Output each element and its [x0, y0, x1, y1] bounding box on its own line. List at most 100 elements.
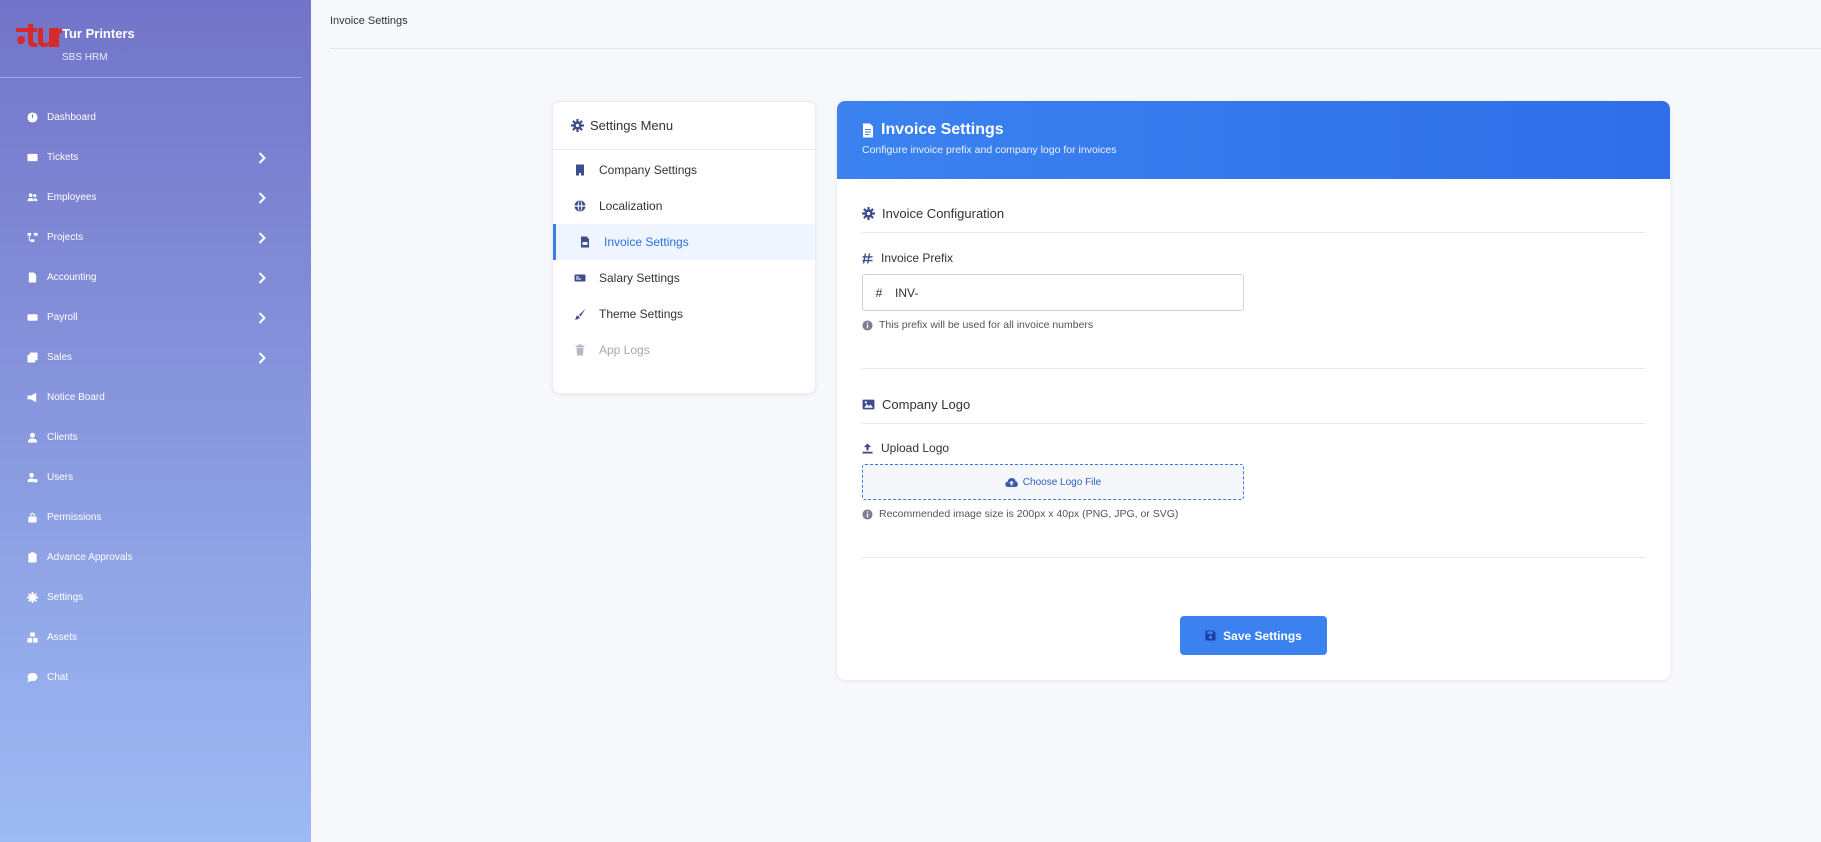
sidebar-item-dashboard[interactable]: Dashboard: [0, 97, 311, 137]
sidebar-item-label: Clients: [47, 431, 78, 443]
paint-brush-icon: [573, 308, 586, 321]
menu-item-company-settings[interactable]: Company Settings: [553, 152, 815, 188]
chevron-right-icon: [258, 351, 268, 364]
section-divider: [862, 557, 1645, 558]
sidebar-item-tickets[interactable]: Tickets: [0, 137, 311, 177]
topbar: Invoice Settings: [330, 0, 1821, 49]
sidebar-item-label: Permissions: [47, 511, 102, 523]
gear-icon: [26, 591, 38, 603]
settings-menu-header: Settings Menu: [553, 102, 815, 150]
tur-logo-icon: [16, 24, 62, 47]
invoice-prefix-label: Invoice Prefix: [862, 251, 953, 265]
copy-icon: [26, 351, 38, 363]
menu-item-label: Localization: [599, 199, 663, 213]
chat-icon: [26, 671, 38, 683]
brand-divider: [0, 77, 302, 78]
section-divider: [862, 423, 1645, 424]
brand[interactable]: Tur Printers SBS HRM: [14, 20, 304, 78]
user-cog-icon: [26, 471, 38, 483]
sidebar-item-chat[interactable]: Chat: [0, 657, 311, 697]
sidebar-item-assets[interactable]: Assets: [0, 617, 311, 657]
sidebar-item-label: Payroll: [47, 311, 78, 323]
help-text: This prefix will be used for all invoice…: [879, 319, 1094, 331]
chevron-right-icon: [258, 311, 268, 324]
sidebar-item-settings[interactable]: Settings: [0, 577, 311, 617]
sidebar-item-label: Users: [47, 471, 74, 483]
file-invoice-icon: [863, 123, 873, 137]
sidebar-item-label: Notice Board: [47, 391, 105, 403]
sidebar-item-sales[interactable]: Sales: [0, 337, 311, 377]
sidebar-item-label: Settings: [47, 591, 84, 603]
sidebar-item-employees[interactable]: Employees: [0, 177, 311, 217]
upload-icon: [862, 442, 873, 454]
menu-item-theme-settings[interactable]: Theme Settings: [553, 296, 815, 332]
save-settings-label: Save Settings: [1223, 628, 1302, 643]
users-icon: [26, 191, 38, 203]
sidebar-item-users[interactable]: Users: [0, 457, 311, 497]
clipboard-icon: [26, 551, 38, 563]
project-diagram-icon: [26, 231, 38, 243]
menu-item-label: Salary Settings: [599, 271, 680, 285]
breadcrumb: Invoice Settings: [330, 15, 408, 27]
company-logo-title: Company Logo: [862, 397, 970, 412]
sidebar-item-label: Accounting: [47, 271, 97, 283]
menu-item-salary-settings[interactable]: Salary Settings: [553, 260, 815, 296]
menu-item-label: Company Settings: [599, 163, 698, 177]
user-icon: [26, 431, 38, 443]
sidebar-item-clients[interactable]: Clients: [0, 417, 311, 457]
chevron-right-icon: [258, 151, 268, 164]
info-circle-icon: [862, 319, 873, 331]
card-title: Invoice Settings: [881, 121, 1004, 138]
sidebar-item-payroll[interactable]: Payroll: [0, 297, 311, 337]
hashtag-icon: [862, 252, 873, 264]
invoice-prefix-field[interactable]: #: [862, 274, 1244, 311]
chevron-right-icon: [258, 191, 268, 204]
choose-logo-file-label: Choose Logo File: [1022, 476, 1102, 488]
settings-menu: Settings Menu Company Settings Localizat…: [552, 101, 816, 394]
money-check-icon: [573, 272, 586, 285]
invoice-prefix-input[interactable]: [895, 285, 1225, 300]
invoice-prefix-help: This prefix will be used for all invoice…: [862, 319, 1093, 331]
section-divider: [862, 368, 1645, 369]
sidebar-item-notice-board[interactable]: Notice Board: [0, 377, 311, 417]
ticket-icon: [26, 151, 38, 163]
image-icon: [862, 399, 875, 410]
save-icon: [1205, 630, 1216, 641]
card-description: Configure invoice prefix and company log…: [862, 144, 1117, 156]
choose-logo-file-button[interactable]: Choose Logo File: [862, 464, 1244, 500]
file-invoice-icon: [26, 271, 38, 283]
sidebar-item-accounting[interactable]: Accounting: [0, 257, 311, 297]
menu-item-localization[interactable]: Localization: [553, 188, 815, 224]
sidebar-item-label: Employees: [47, 191, 97, 203]
help-text: Recommended image size is 200px x 40px (…: [879, 508, 1179, 520]
sidebar: Tur Printers SBS HRM Dashboard Tickets E…: [0, 0, 311, 842]
section-title-text: Invoice Configuration: [882, 206, 1005, 221]
field-label-text: Invoice Prefix: [881, 251, 954, 265]
sidebar-item-permissions[interactable]: Permissions: [0, 497, 311, 537]
sidebar-item-label: Chat: [47, 671, 69, 683]
gauge-icon: [26, 111, 38, 123]
sidebar-item-label: Advance Approvals: [47, 551, 133, 563]
section-divider: [862, 232, 1645, 233]
cloud-upload-icon: [1005, 477, 1018, 487]
boxes-icon: [26, 631, 38, 643]
field-label-text: Upload Logo: [881, 441, 950, 455]
sidebar-item-advance-approvals[interactable]: Advance Approvals: [0, 537, 311, 577]
upload-logo-label: Upload Logo: [862, 441, 949, 455]
sidebar-item-label: Tickets: [47, 151, 79, 163]
file-invoice-icon: [578, 236, 591, 249]
prefix-addon: #: [875, 285, 883, 300]
lock-icon: [26, 511, 38, 523]
menu-item-invoice-settings[interactable]: Invoice Settings: [553, 224, 815, 260]
card-header: Invoice Settings Configure invoice prefi…: [837, 101, 1670, 179]
sidebar-item-label: Sales: [47, 351, 73, 363]
gear-icon: [862, 207, 875, 220]
sidebar-item-label: Dashboard: [47, 111, 96, 123]
menu-item-label: Invoice Settings: [604, 235, 689, 249]
sidebar-item-projects[interactable]: Projects: [0, 217, 311, 257]
menu-item-app-logs[interactable]: App Logs: [553, 332, 815, 368]
save-settings-button[interactable]: Save Settings: [1180, 616, 1327, 655]
info-circle-icon: [862, 508, 873, 520]
menu-item-label: Theme Settings: [599, 307, 684, 321]
section-title-text: Company Logo: [882, 397, 971, 412]
